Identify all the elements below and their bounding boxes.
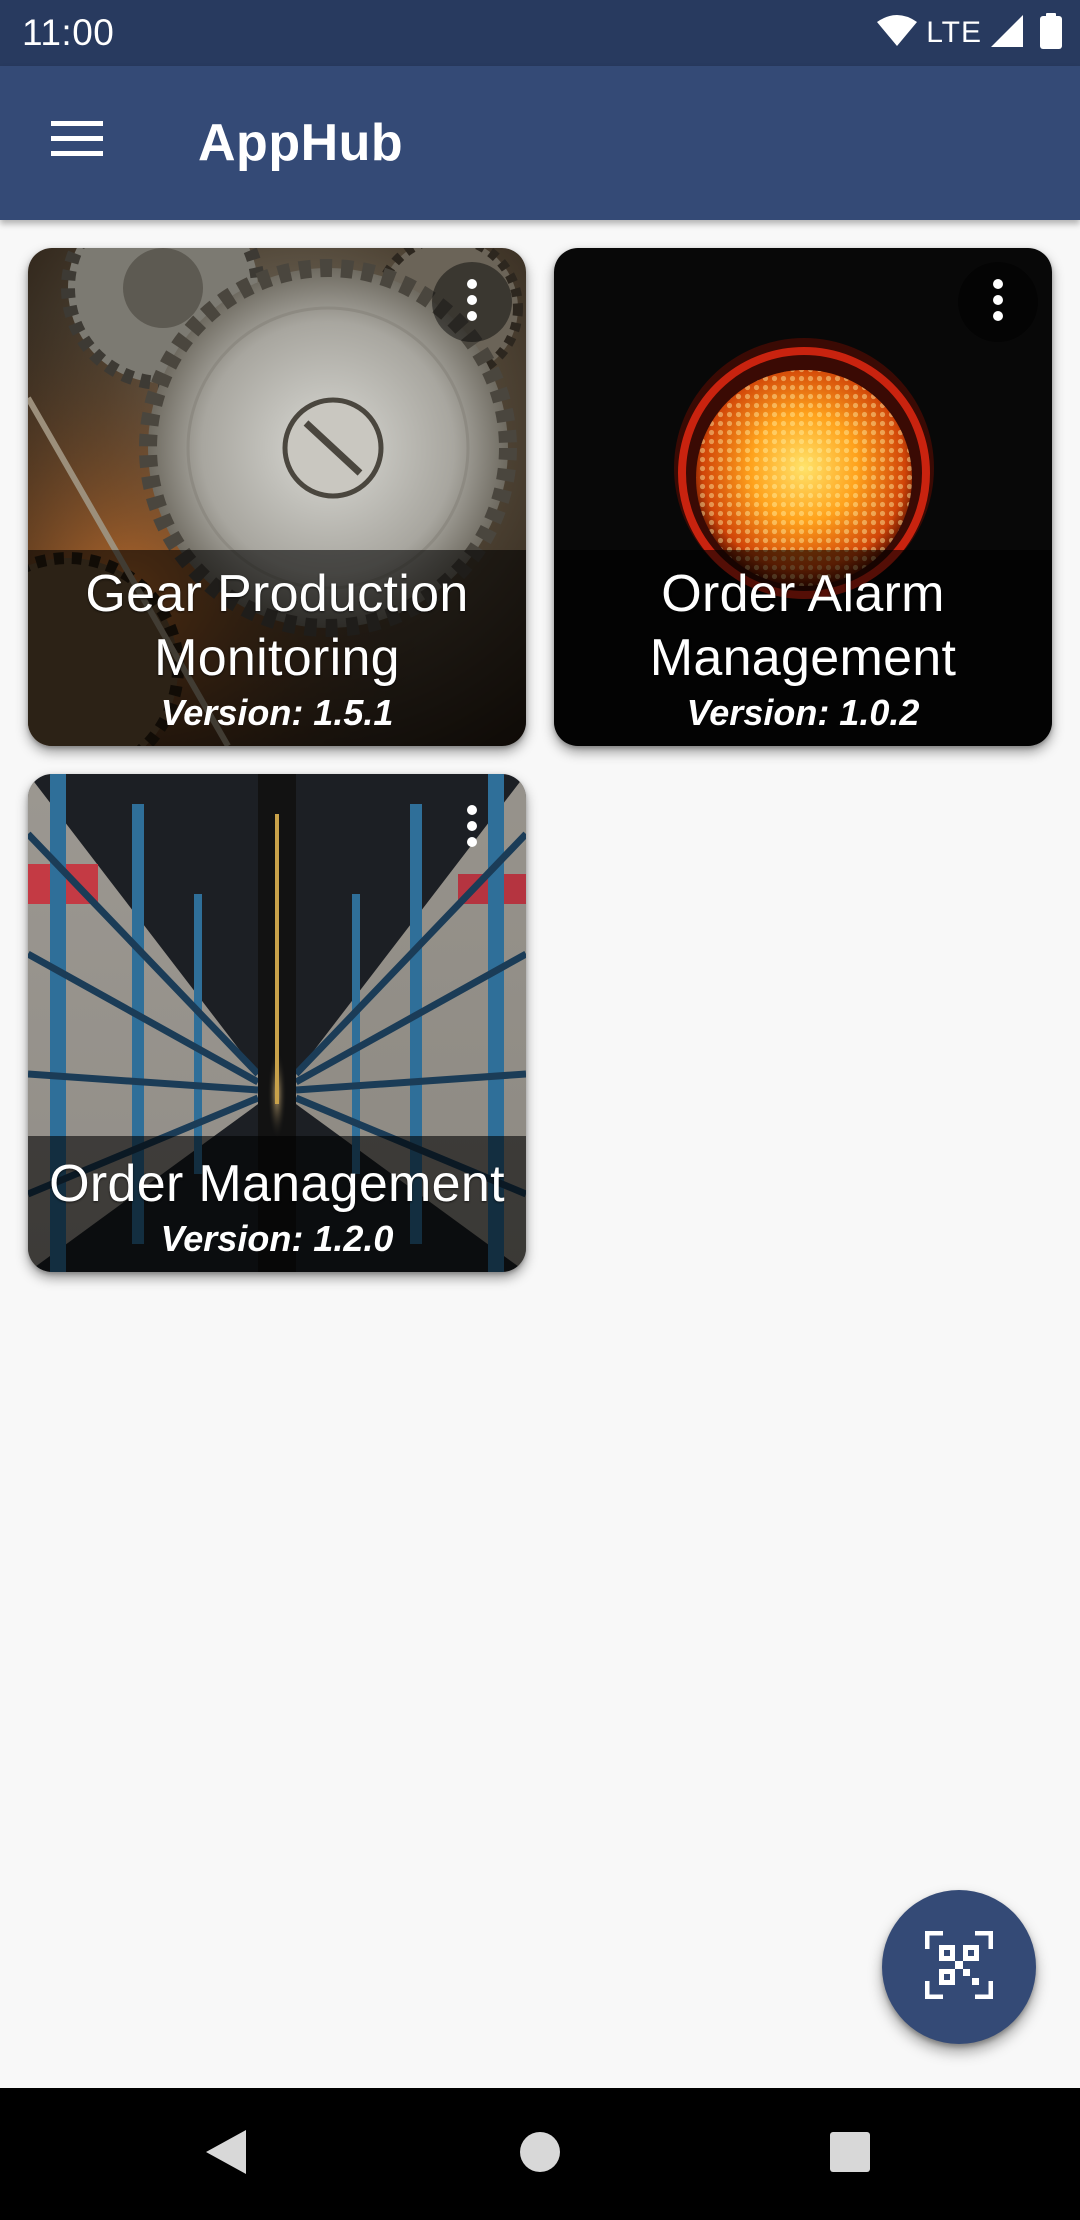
card-more-options-button[interactable] <box>432 788 512 868</box>
more-vertical-icon <box>466 278 478 327</box>
app-title: AppHub <box>198 114 404 172</box>
back-button[interactable] <box>180 2108 272 2200</box>
hamburger-menu-icon <box>51 119 103 162</box>
app-card-order-management[interactable]: Order Management Version: 1.2.0 <box>28 774 526 1272</box>
app-title-text: Order Management <box>49 1155 505 1213</box>
card-text: Order Management Version: 1.2.0 <box>28 1152 526 1260</box>
app-card-gear-production-monitoring[interactable]: Gear Production Monitoring Version: 1.5.… <box>28 248 526 746</box>
app-version-text: Version: 1.0.2 <box>686 692 920 733</box>
app-title-text: Gear Production Monitoring <box>85 565 469 687</box>
card-more-options-button[interactable] <box>958 262 1038 342</box>
more-vertical-icon <box>992 278 1004 327</box>
status-bar: 11:00 LTE <box>0 0 1080 66</box>
card-text: Gear Production Monitoring Version: 1.5.… <box>28 562 526 734</box>
navigation-menu-button[interactable] <box>32 95 122 185</box>
app-title-text: Order Alarm Management <box>649 565 957 687</box>
status-icons: LTE <box>876 12 1062 54</box>
card-more-options-button[interactable] <box>432 262 512 342</box>
battery-icon <box>1040 12 1062 54</box>
app-version-text: Version: 1.5.1 <box>160 692 394 733</box>
app-card-order-alarm-management[interactable]: Order Alarm Management Version: 1.0.2 <box>554 248 1052 746</box>
wifi-icon <box>876 14 918 52</box>
recents-button[interactable] <box>804 2108 896 2200</box>
app-version-text: Version: 1.2.0 <box>160 1218 394 1259</box>
qr-code-scan-icon <box>924 1930 994 2004</box>
cellular-signal-icon <box>990 14 1024 53</box>
home-circle-icon <box>518 2130 562 2179</box>
network-type-label: LTE <box>926 16 982 49</box>
more-vertical-icon <box>466 804 478 853</box>
card-text: Order Alarm Management Version: 1.0.2 <box>554 562 1052 734</box>
app-bar: AppHub <box>0 66 1080 220</box>
scan-qr-code-button[interactable] <box>882 1890 1036 2044</box>
app-grid: Gear Production Monitoring Version: 1.5.… <box>0 220 1080 2088</box>
status-time: 11:00 <box>22 12 115 53</box>
system-navigation-bar <box>0 2088 1080 2220</box>
back-triangle-icon <box>204 2128 248 2181</box>
home-button[interactable] <box>494 2108 586 2200</box>
recents-square-icon <box>829 2131 871 2178</box>
